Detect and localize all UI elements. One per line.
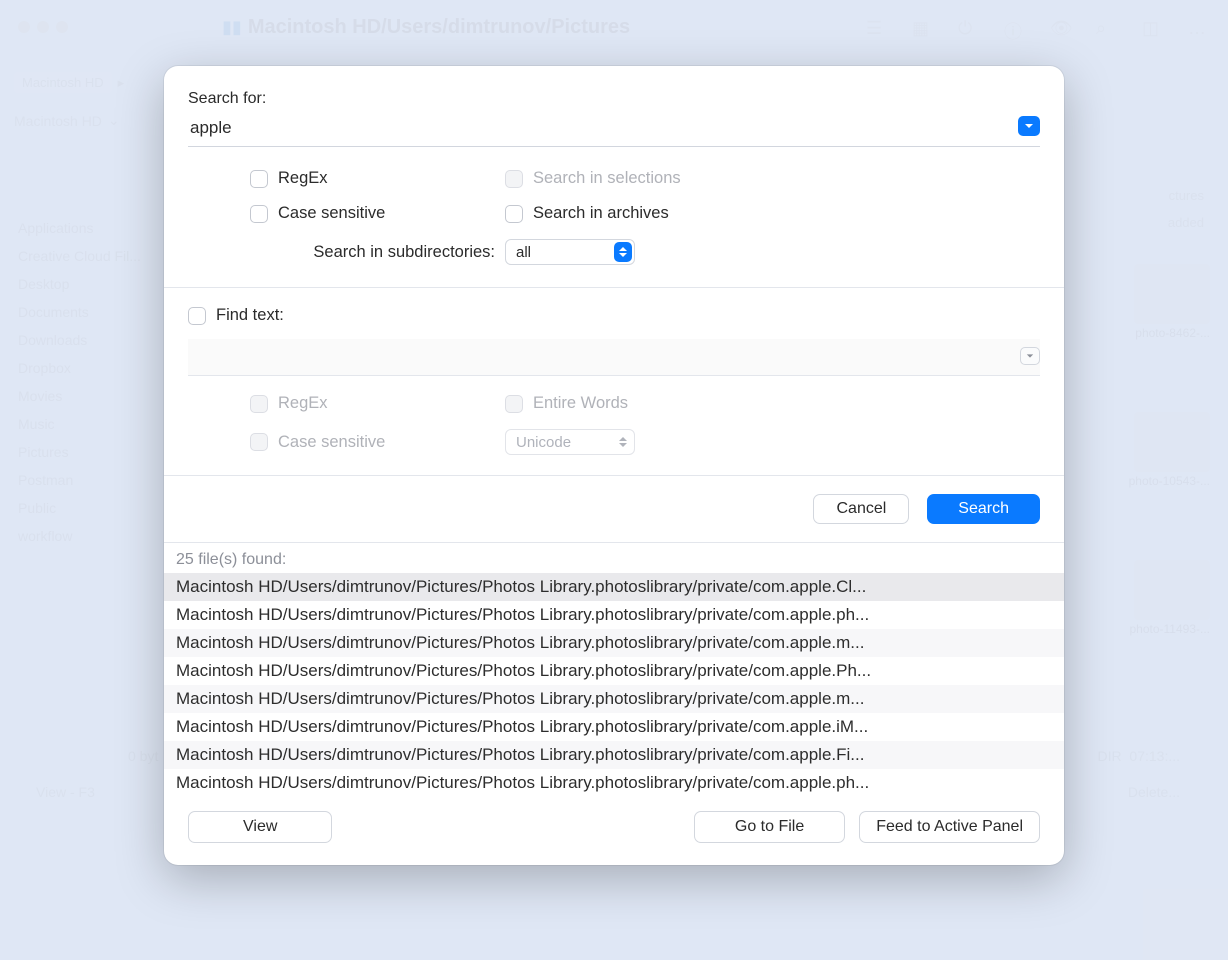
result-row[interactable]: Macintosh HD/Users/dimtrunov/Pictures/Ph…	[164, 629, 1064, 657]
toggle-icon: ⏻	[958, 18, 980, 36]
chevron-down-icon	[1024, 121, 1034, 131]
subdirectories-select[interactable]: all	[505, 239, 635, 265]
result-row[interactable]: Macintosh HD/Users/dimtrunov/Pictures/Ph…	[164, 741, 1064, 769]
checkbox-icon	[505, 395, 523, 413]
ft-entire-words-row: Entire Words	[505, 394, 815, 413]
sidebar-item: workflow	[10, 522, 160, 550]
regex-checkbox-row[interactable]: RegEx	[250, 169, 505, 188]
checkbox-icon	[250, 395, 268, 413]
bg-toolbar: ▮▮ Macintosh HD/Users/dimtrunov/Pictures…	[0, 0, 1228, 54]
find-text-label: Find text:	[216, 306, 284, 325]
folder-icon: ▮▮	[222, 17, 242, 38]
sidebar-item: Pictures	[10, 438, 160, 466]
stepper-icon	[614, 242, 632, 262]
window-title: Macintosh HD/Users/dimtrunov/Pictures	[248, 16, 630, 39]
bg-volume-select: Macintosh HD⌄	[14, 112, 120, 129]
ft-regex-row: RegEx	[250, 394, 505, 413]
bg-func-label: View - F3	[36, 784, 95, 800]
breadcrumb-item: Macintosh HD	[14, 72, 112, 93]
result-row[interactable]: Macintosh HD/Users/dimtrunov/Pictures/Ph…	[164, 573, 1064, 601]
search-in-subdirs-label: Search in subdirectories:	[250, 243, 505, 262]
case-sensitive-label: Case sensitive	[278, 204, 385, 223]
encoding-select: Unicode	[505, 429, 635, 455]
search-button[interactable]: Search	[927, 494, 1040, 524]
case-sensitive-row[interactable]: Case sensitive	[250, 204, 505, 223]
results-block: 25 file(s) found: Macintosh HD/Users/dim…	[164, 543, 1064, 793]
ft-case-sensitive-label: Case sensitive	[278, 433, 385, 452]
search-for-label: Search for:	[188, 90, 1040, 108]
bg-status-right: DIR 07:13:...	[1098, 748, 1181, 764]
columns-icon: ◫	[1142, 18, 1164, 36]
sidebar-item: Dropbox	[10, 354, 160, 382]
find-text-checkbox[interactable]	[188, 307, 206, 325]
results-count: 25 file(s) found:	[164, 543, 1064, 573]
stepper-icon	[614, 432, 632, 452]
sidebar-item: Movies	[10, 382, 160, 410]
result-row[interactable]: Macintosh HD/Users/dimtrunov/Pictures/Ph…	[164, 713, 1064, 741]
bg-right-thumbs: photo-8462-... photo-10543-... photo-114…	[1060, 250, 1210, 636]
go-to-file-button[interactable]: Go to File	[694, 811, 845, 843]
search-in-selections-row: Search in selections	[505, 169, 815, 188]
traffic-lights	[18, 21, 68, 33]
bg-status-left: 0 byt	[128, 748, 158, 764]
result-row[interactable]: Macintosh HD/Users/dimtrunov/Pictures/Ph…	[164, 685, 1064, 713]
cancel-button[interactable]: Cancel	[813, 494, 909, 524]
bg-delete-label: Delete...	[1128, 784, 1180, 800]
search-in-archives-label: Search in archives	[533, 204, 669, 223]
sidebar-item: Postman	[10, 466, 160, 494]
checkbox-icon	[250, 205, 268, 223]
result-row[interactable]: Macintosh HD/Users/dimtrunov/Pictures/Ph…	[164, 601, 1064, 629]
sidebar-item: Music	[10, 410, 160, 438]
checkbox-icon	[250, 433, 268, 451]
list-view-icon: ☰	[866, 18, 888, 36]
search-for-input[interactable]	[188, 114, 1040, 147]
ft-entire-words-label: Entire Words	[533, 394, 628, 413]
bg-toolbar-icons: ☰ ▦ ⏻ ⓘ 👁 ⌕ ◫ …	[866, 18, 1210, 36]
results-list[interactable]: Macintosh HD/Users/dimtrunov/Pictures/Ph…	[164, 573, 1064, 793]
bg-right-headers: ctures added	[1168, 188, 1204, 230]
sidebar-item: Documents	[10, 298, 160, 326]
info-icon: ⓘ	[1004, 18, 1026, 36]
ft-case-sensitive-row: Case sensitive	[250, 433, 505, 452]
encoding-value: Unicode	[516, 434, 571, 451]
result-row[interactable]: Macintosh HD/Users/dimtrunov/Pictures/Ph…	[164, 657, 1064, 685]
feed-to-active-panel-button[interactable]: Feed to Active Panel	[859, 811, 1040, 843]
more-icon: …	[1188, 18, 1210, 36]
search-dialog: Search for: RegEx Search in selections C…	[164, 66, 1064, 865]
subdirectories-value: all	[516, 244, 531, 261]
search-history-dropdown[interactable]	[1018, 116, 1040, 136]
find-text-input[interactable]	[188, 339, 1040, 376]
bg-breadcrumb: Macintosh HD ▸	[14, 72, 124, 93]
sidebar-item: Creative Cloud Fil...	[10, 242, 160, 270]
chevron-down-icon	[1026, 352, 1034, 360]
checkbox-icon	[505, 170, 523, 188]
sidebar-item: Public	[10, 494, 160, 522]
search-in-archives-row[interactable]: Search in archives	[505, 204, 815, 223]
ft-regex-label: RegEx	[278, 394, 328, 413]
view-button[interactable]: View	[188, 811, 332, 843]
glasses-icon: ⌕	[1096, 18, 1118, 36]
result-row[interactable]: Macintosh HD/Users/dimtrunov/Pictures/Ph…	[164, 769, 1064, 793]
find-text-history-dropdown[interactable]	[1020, 347, 1040, 365]
regex-label: RegEx	[278, 169, 328, 188]
grid-view-icon: ▦	[912, 18, 934, 36]
sidebar-item: Applications	[10, 214, 160, 242]
bg-sidebar: Applications Creative Cloud Fil... Deskt…	[0, 54, 170, 904]
search-in-selections-label: Search in selections	[533, 169, 681, 188]
sidebar-item: Downloads	[10, 326, 160, 354]
sidebar-item: Desktop	[10, 270, 160, 298]
checkbox-icon	[250, 170, 268, 188]
eye-icon: 👁	[1050, 18, 1072, 36]
checkbox-icon	[505, 205, 523, 223]
